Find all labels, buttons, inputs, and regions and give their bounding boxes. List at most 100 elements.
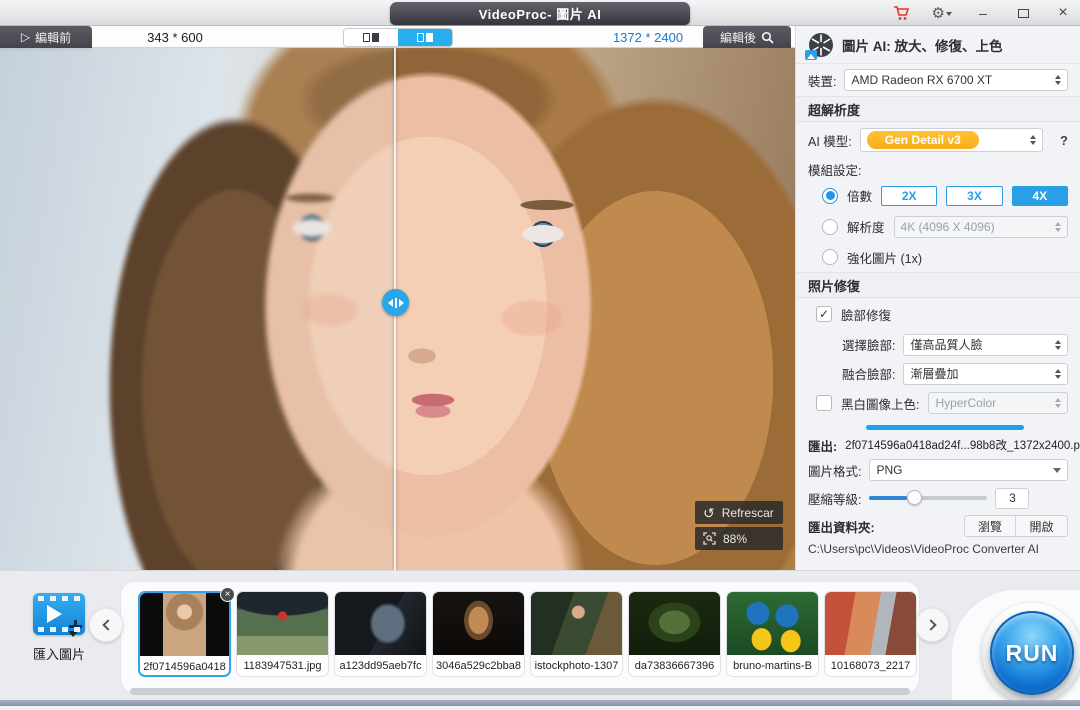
slider-knob[interactable]	[907, 490, 922, 505]
enhance-radio[interactable]	[822, 249, 838, 265]
split-view-icon	[417, 33, 424, 42]
open-button[interactable]: 開啟	[1016, 515, 1068, 537]
device-label: 裝置:	[808, 71, 836, 90]
format-select[interactable]: PNG	[869, 459, 1068, 481]
import-filmstrip-icon	[33, 593, 85, 635]
select-face-select[interactable]: 僅高品質人臉	[903, 334, 1068, 356]
ai-model-select[interactable]: Gen Detail v3	[860, 128, 1043, 152]
run-button[interactable]: RUN	[990, 611, 1074, 695]
thumbnail-image	[433, 592, 524, 655]
view-mode-toggle	[343, 28, 453, 47]
thumbnail-image	[140, 593, 229, 656]
section-photo-repair: 照片修復	[796, 272, 1080, 298]
thumbnail-item[interactable]: 2f0714596a0418 ×	[138, 591, 231, 677]
refresh-button[interactable]: ↺ Refrescar	[695, 501, 783, 524]
thumbnail-item[interactable]: 3046a529c2bba8	[432, 591, 525, 677]
maximize-button[interactable]	[1014, 5, 1032, 21]
resolution-select[interactable]: 4K (4096 X 4096)	[894, 216, 1068, 238]
folder-label: 匯出資料夾:	[808, 517, 875, 536]
titlebar: VideoProc- 圖片 AI ⚙ – ×	[0, 0, 1080, 26]
play-outline-icon: ▷	[21, 30, 30, 44]
compress-label: 壓縮等級:	[808, 489, 861, 508]
export-label: 匯出:	[808, 436, 837, 455]
spinner-icon	[1030, 135, 1036, 145]
settings-gear-icon[interactable]: ⚙	[932, 6, 952, 21]
media-strip: 匯入圖片 2f0714596a0418 × 1183947531.jpg a12…	[0, 570, 1080, 700]
spinner-icon	[1055, 369, 1061, 379]
scale-label: 倍數	[847, 186, 872, 205]
compress-value[interactable]: 3	[995, 488, 1029, 509]
panel-horizontal-scrollbar[interactable]	[866, 425, 1024, 430]
zoom-level-value: 88%	[723, 532, 747, 546]
help-icon[interactable]: ?	[1060, 133, 1068, 148]
thumbnail-item[interactable]: 1183947531.jpg	[236, 591, 329, 677]
close-button[interactable]: ×	[1054, 4, 1072, 22]
after-image-size: 1372 * 2400	[598, 26, 698, 48]
chevron-left-icon	[102, 619, 113, 630]
tab-after-edit[interactable]: 編輯後	[703, 26, 791, 48]
export-filename: 2f0714596a0418ad24f...98b8改_1372x2400.pn…	[845, 437, 1080, 453]
spinner-icon	[1055, 222, 1061, 232]
thumbnail-item[interactable]: bruno-martins-B	[726, 591, 819, 677]
thumbnail-image	[825, 592, 916, 655]
thumbnail-item[interactable]: 10168073_2217	[824, 591, 917, 677]
colorize-select[interactable]: HyperColor	[928, 392, 1068, 414]
aperture-logo-icon	[808, 32, 834, 58]
chevron-right-icon	[925, 619, 936, 630]
thumbnail-item[interactable]: istockphoto-1307	[530, 591, 623, 677]
cart-icon[interactable]	[893, 6, 910, 21]
resolution-radio[interactable]	[822, 219, 838, 235]
image-badge-icon	[805, 50, 817, 60]
split-view-toggle[interactable]	[398, 29, 452, 46]
module-settings-label: 模組設定:	[796, 158, 1080, 180]
scale-2x-button[interactable]: 2X	[881, 186, 937, 206]
spinner-icon	[1055, 75, 1061, 85]
face-repair-label: 臉部修復	[841, 305, 891, 324]
spinner-icon	[1055, 340, 1061, 350]
spinner-icon	[1055, 398, 1061, 408]
magnifier-icon	[761, 31, 774, 44]
blend-face-label: 融合臉部:	[842, 364, 895, 383]
scale-radio[interactable]	[822, 188, 838, 204]
thumbnail-image	[531, 592, 622, 655]
single-view-icon	[363, 33, 370, 42]
preview-toolbar: ▷ 編輯前 343 * 600 1372 * 2400 編輯後	[0, 26, 795, 48]
thumbnail-image	[335, 592, 426, 655]
thumbnail-image	[727, 592, 818, 655]
enhance-label: 強化圖片 (1x)	[847, 248, 922, 267]
compress-slider[interactable]	[869, 496, 987, 500]
resolution-label: 解析度	[847, 217, 885, 236]
scale-4x-button[interactable]: 4X	[1012, 186, 1068, 206]
scale-3x-button[interactable]: 3X	[946, 186, 1002, 206]
zoom-level-button[interactable]: 88%	[695, 527, 783, 550]
before-image-size: 343 * 600	[105, 26, 245, 48]
import-label: 匯入圖片	[16, 644, 102, 663]
export-path: C:\Users\pc\Videos\VideoProc Converter A…	[796, 540, 1080, 556]
remove-thumbnail-icon[interactable]: ×	[220, 587, 235, 602]
scroll-right-button[interactable]	[915, 608, 949, 642]
panel-title: 圖片 AI: 放大、修復、上色	[842, 35, 1003, 55]
thumbnail-item[interactable]: a123dd95aeb7fc	[334, 591, 427, 677]
thumbnail-scrollbar[interactable]	[130, 688, 910, 695]
thumbnail-list: 2f0714596a0418 × 1183947531.jpg a123dd95…	[138, 591, 917, 677]
colorize-label: 黑白圖像上色:	[841, 394, 919, 413]
face-repair-checkbox[interactable]: ✓	[816, 306, 832, 322]
scroll-left-button[interactable]	[89, 608, 123, 642]
thumbnail-image	[237, 592, 328, 655]
compare-slider-handle[interactable]	[382, 289, 409, 316]
minimize-button[interactable]: –	[974, 5, 992, 21]
format-label: 圖片格式:	[808, 461, 861, 480]
select-face-label: 選擇臉部:	[842, 335, 895, 354]
single-view-toggle[interactable]	[344, 29, 398, 46]
before-half-overlay	[0, 48, 395, 570]
videoproc-image-ai-window: VideoProc- 圖片 AI ⚙ – × ▷ 編輯前 343 * 600	[0, 0, 1080, 710]
browse-button[interactable]: 瀏覽	[964, 515, 1016, 537]
tab-before-edit[interactable]: ▷ 編輯前	[0, 26, 92, 48]
colorize-checkbox[interactable]	[816, 395, 832, 411]
device-select[interactable]: AMD Radeon RX 6700 XT	[844, 69, 1068, 91]
refresh-icon: ↺	[703, 506, 715, 520]
dropdown-caret-icon	[1053, 468, 1061, 473]
thumbnail-item[interactable]: da73836667396	[628, 591, 721, 677]
blend-face-select[interactable]: 漸層疊加	[903, 363, 1068, 385]
zoom-fit-icon	[703, 532, 716, 545]
